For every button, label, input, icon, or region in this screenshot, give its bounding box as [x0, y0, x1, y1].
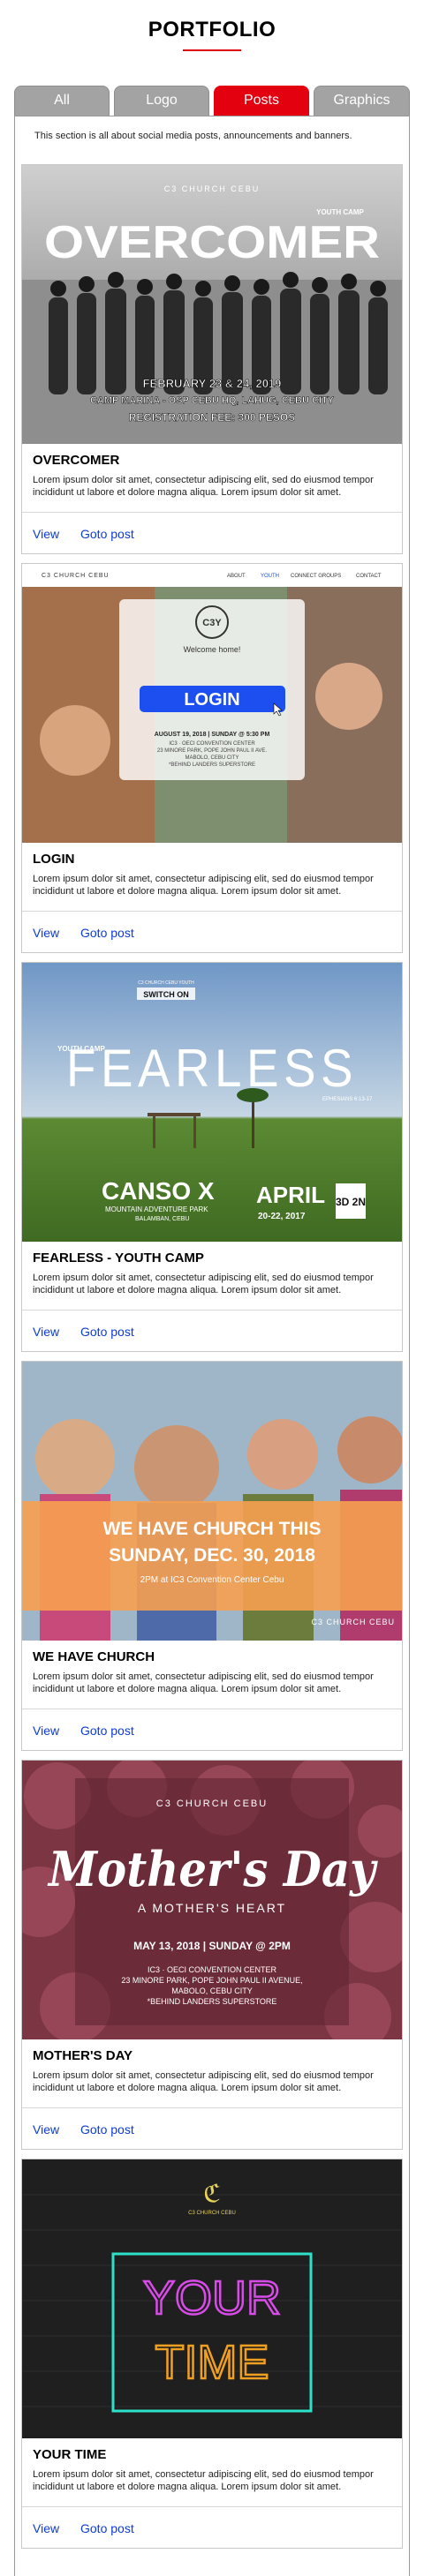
church-detail: 2PM at IC3 Convention Center Cebu — [140, 1575, 284, 1585]
login-venue-1: IC3 · OECI CONVENTION CENTER — [169, 741, 255, 747]
login-venue-4: *BEHIND LANDERS SUPERSTORE — [169, 762, 255, 768]
login-brand: C3 CHURCH CEBU — [42, 573, 110, 579]
yourtime-line-1: YOUR — [143, 2272, 281, 2324]
overcomer-venue: CAMP MARINA - OSP CEBU HQ, LAHUG, CEBU C… — [90, 395, 335, 406]
card-divider — [22, 2506, 402, 2507]
post-image-we-have-church[interactable]: WE HAVE CHURCH THIS SUNDAY, DEC. 30, 201… — [22, 1362, 402, 1641]
tab-logo[interactable]: Logo — [114, 86, 209, 116]
post-description: Lorem ipsum dolor sit amet, consectetur … — [33, 874, 374, 897]
overcomer-headline: OVERCOMER — [44, 217, 380, 268]
post-title: FEARLESS - YOUTH CAMP — [33, 1250, 204, 1265]
page-title: PORTFOLIO — [148, 18, 276, 41]
mothers-headline: Mother's Day — [47, 1841, 378, 1897]
card-divider — [22, 911, 402, 912]
mothers-brand: C3 CHURCH CEBU — [156, 1799, 268, 1809]
fearless-location: CANSO X — [102, 1177, 215, 1205]
login-logo: C3Y — [202, 618, 222, 628]
fearless-location-city: BALAMBAN, CEBU — [135, 1216, 189, 1222]
card-divider — [22, 1310, 402, 1311]
fearless-date-days: 20-22, 2017 — [258, 1212, 306, 1221]
tab-posts[interactable]: Posts — [214, 86, 309, 116]
church-brand: C3 CHURCH CEBU — [311, 1618, 395, 1626]
mothers-venue-4: *BEHIND LANDERS SUPERSTORE — [148, 1997, 277, 2006]
post-title: LOGIN — [33, 852, 75, 867]
goto-post-link[interactable]: Goto post — [80, 2521, 134, 2535]
tab-graphics[interactable]: Graphics — [314, 86, 410, 116]
card-divider — [22, 2107, 402, 2108]
tab-all[interactable]: All — [14, 86, 110, 116]
post-card-login: C3 CHURCH CEBU ABOUT YOUTH CONNECT GROUP… — [21, 563, 403, 953]
posts-panel: This section is all about social media p… — [14, 116, 410, 2576]
view-link[interactable]: View — [33, 527, 59, 541]
post-card-fearless: C3 CHURCH CEBU YOUTH SWITCH ON YOUTH CAM… — [21, 962, 403, 1352]
post-title: MOTHER'S DAY — [33, 2048, 133, 2063]
fearless-location-sub: MOUNTAIN ADVENTURE PARK — [105, 1205, 208, 1213]
fearless-subline: EPHESIANS 6:13-17 — [322, 1097, 373, 1102]
view-link[interactable]: View — [33, 2521, 59, 2535]
mothers-venue-2: 23 MINORE PARK, POPE JOHN PAUL II AVENUE… — [121, 1976, 302, 1985]
fearless-badge: SWITCH ON — [143, 990, 189, 999]
view-link[interactable]: View — [33, 2122, 59, 2137]
yourtime-brand: C3 CHURCH CEBU — [188, 2211, 236, 2216]
login-venue-3: MABOLO, CEBU CITY — [185, 755, 238, 761]
view-link[interactable]: View — [33, 926, 59, 940]
overcomer-tag: YOUTH CAMP — [316, 208, 364, 216]
goto-post-link[interactable]: Goto post — [80, 1724, 134, 1738]
overcomer-date: FEBRUARY 23 & 24, 2019 — [143, 377, 282, 390]
goto-post-link[interactable]: Goto post — [80, 1325, 134, 1339]
mothers-subline: A MOTHER'S HEART — [138, 1901, 286, 1915]
fearless-duration: 3D 2N — [336, 1196, 366, 1208]
yourtime-c3-icon: ℭ — [203, 2179, 221, 2208]
login-nav-youth: YOUTH — [261, 574, 279, 579]
overcomer-brand: C3 CHURCH CEBU — [164, 184, 261, 193]
goto-post-link[interactable]: Goto post — [80, 527, 134, 541]
mothers-venue-3: MABOLO, CEBU CITY — [171, 1986, 253, 1995]
church-headline-1: WE HAVE CHURCH THIS — [103, 1519, 322, 1539]
yourtime-line-2: TIME — [155, 2336, 269, 2389]
fearless-date: APRIL — [256, 1182, 325, 1208]
post-title: YOUR TIME — [33, 2447, 107, 2462]
card-divider — [22, 512, 402, 513]
post-image-your-time[interactable]: ℭ C3 CHURCH CEBU YOUR TIME — [22, 2159, 402, 2438]
post-image-login[interactable]: C3 CHURCH CEBU ABOUT YOUTH CONNECT GROUP… — [22, 564, 402, 843]
post-description: Lorem ipsum dolor sit amet, consectetur … — [33, 1671, 374, 1694]
mothers-venue-1: IC3 · OECI CONVENTION CENTER — [148, 1965, 277, 1974]
post-card-we-have-church: WE HAVE CHURCH THIS SUNDAY, DEC. 30, 201… — [21, 1361, 403, 1751]
post-card-overcomer: C3 CHURCH CEBU YOUTH CAMP OVERCOMER FEBR… — [21, 164, 403, 554]
post-description: Lorem ipsum dolor sit amet, consectetur … — [33, 475, 374, 498]
post-image-overcomer[interactable]: C3 CHURCH CEBU YOUTH CAMP OVERCOMER FEBR… — [22, 165, 402, 444]
login-nav-groups: CONNECT GROUPS — [291, 574, 341, 579]
post-description: Lorem ipsum dolor sit amet, consectetur … — [33, 2070, 374, 2093]
post-image-mothers-day[interactable]: C3 CHURCH CEBU Mother's Day A MOTHER'S H… — [22, 1761, 402, 2039]
view-link[interactable]: View — [33, 1325, 59, 1339]
login-event-date: AUGUST 19, 2018 | SUNDAY @ 5:30 PM — [155, 732, 270, 738]
post-title: WE HAVE CHURCH — [33, 1649, 155, 1664]
mothers-date: MAY 13, 2018 | SUNDAY @ 2PM — [133, 1940, 291, 1952]
post-image-fearless[interactable]: C3 CHURCH CEBU YOUTH SWITCH ON YOUTH CAM… — [22, 963, 402, 1242]
overcomer-fee: REGISTRATION FEE: 300 PESOS — [129, 411, 295, 424]
post-description: Lorem ipsum dolor sit amet, consectetur … — [33, 2469, 374, 2492]
login-welcome: Welcome home! — [184, 645, 241, 654]
login-nav-about: ABOUT — [227, 574, 246, 579]
intro-text: This section is all about social media p… — [34, 131, 352, 141]
fearless-headline: FEARLESS — [66, 1039, 358, 1098]
login-nav-contact: CONTACT — [356, 574, 382, 579]
goto-post-link[interactable]: Goto post — [80, 2122, 134, 2137]
fearless-top-tag: C3 CHURCH CEBU YOUTH — [138, 980, 194, 986]
tab-bar: All Logo Posts Graphics — [14, 86, 410, 116]
post-title: OVERCOMER — [33, 453, 120, 468]
view-link[interactable]: View — [33, 1724, 59, 1738]
login-button: LOGIN — [184, 690, 239, 710]
church-headline-2: SUNDAY, DEC. 30, 2018 — [109, 1545, 315, 1566]
post-card-your-time: ℭ C3 CHURCH CEBU YOUR TIME YOUR TIME Lor… — [21, 2159, 403, 2549]
post-description: Lorem ipsum dolor sit amet, consectetur … — [33, 1273, 374, 1296]
post-card-mothers-day: C3 CHURCH CEBU Mother's Day A MOTHER'S H… — [21, 1760, 403, 2150]
login-venue-2: 23 MINORE PARK, POPE JOHN PAUL II AVE. — [157, 748, 267, 754]
title-underline — [183, 49, 241, 51]
goto-post-link[interactable]: Goto post — [80, 926, 134, 940]
